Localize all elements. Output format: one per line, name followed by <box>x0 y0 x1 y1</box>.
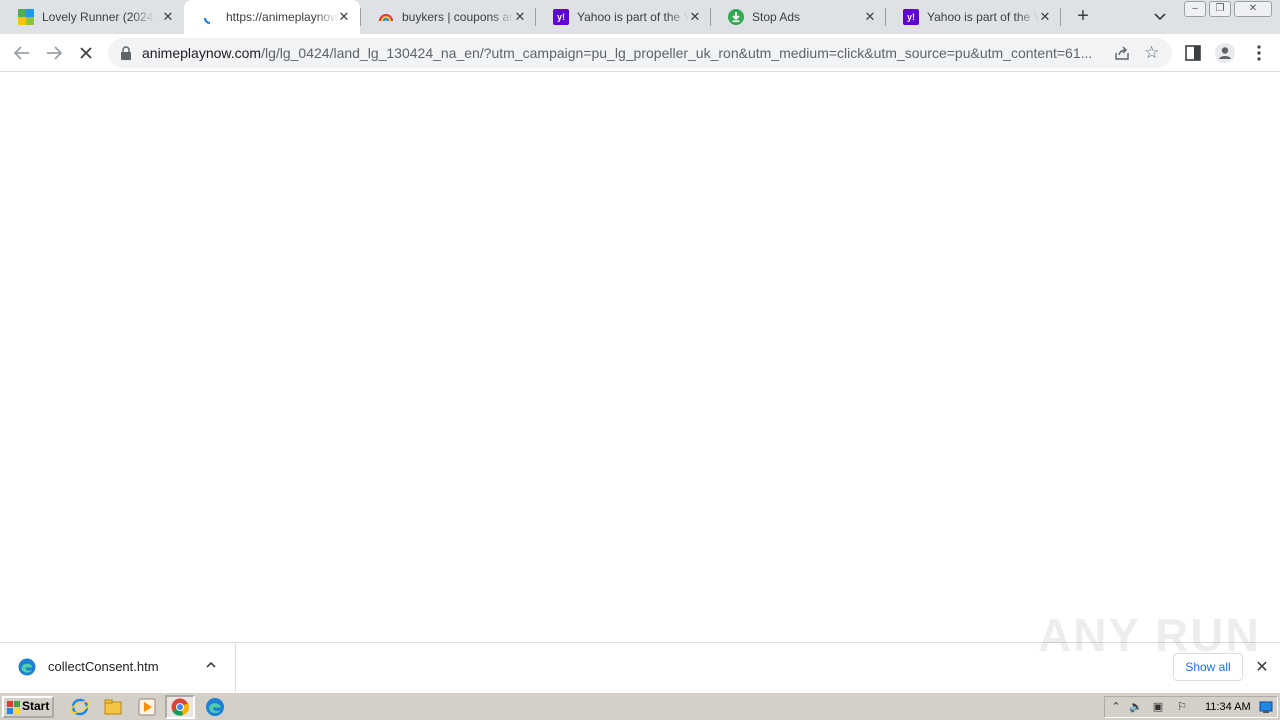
tab-yahoo-1[interactable]: y! Yahoo is part of the Yahoo ✕ <box>535 0 711 34</box>
internet-explorer-icon[interactable] <box>70 697 90 717</box>
tab-separator <box>885 8 886 26</box>
close-icon[interactable]: ✕ <box>1037 9 1053 25</box>
media-player-icon[interactable] <box>137 697 157 717</box>
tab-buykers[interactable]: buykers | coupons and more ✕ <box>360 0 536 34</box>
url-path: /lg/lg_0424/land_lg_130424_na_en/?utm_ca… <box>261 45 1093 61</box>
close-icon[interactable]: ✕ <box>687 9 703 25</box>
share-icon[interactable] <box>1114 45 1130 61</box>
loading-spinner-icon <box>202 9 218 25</box>
start-button[interactable]: Start <box>2 696 54 718</box>
tab-strip: Lovely Runner (2024) Episode ✕ https://a… <box>0 0 1280 34</box>
browser-toolbar: animeplaynow.com/lg/lg_0424/land_lg_1304… <box>0 34 1280 72</box>
close-window-button[interactable]: ✕ <box>1234 1 1272 17</box>
arrow-left-icon <box>13 46 29 60</box>
close-icon[interactable]: ✕ <box>160 9 176 25</box>
minimize-button[interactable]: – <box>1184 1 1206 17</box>
system-tray: ⌃ 🔈 ▣ ⚐ 11:34 AM <box>1104 696 1278 718</box>
tab-search-button[interactable] <box>1150 8 1170 26</box>
tab-title: Yahoo is part of the Yahoo <box>927 10 1039 24</box>
arrow-right-icon <box>47 46 63 60</box>
network-icon[interactable]: ▣ <box>1151 700 1165 714</box>
tab-title: buykers | coupons and more <box>402 10 514 24</box>
tab-separator <box>360 8 361 26</box>
close-icon <box>80 47 92 59</box>
action-center-flag-icon[interactable]: ⚐ <box>1175 700 1189 714</box>
restore-button[interactable]: ❐ <box>1209 1 1231 17</box>
url-host: animeplaynow.com <box>142 45 262 61</box>
taskbar-clock[interactable]: 11:34 AM <box>1205 701 1251 713</box>
chevron-up-icon[interactable] <box>204 658 218 672</box>
close-icon[interactable]: ✕ <box>336 9 352 25</box>
lock-icon[interactable] <box>120 46 132 60</box>
address-bar[interactable]: animeplaynow.com/lg/lg_0424/land_lg_1304… <box>108 38 1172 68</box>
url-text[interactable]: animeplaynow.com/lg/lg_0424/land_lg_1304… <box>142 45 1108 61</box>
show-desktop-icon[interactable] <box>1259 700 1273 714</box>
close-icon[interactable]: ✕ <box>512 9 528 25</box>
green-download-icon <box>728 9 744 25</box>
tab-title: Stop Ads <box>752 10 801 24</box>
edge-icon[interactable] <box>205 697 225 717</box>
download-item[interactable]: collectConsent.htm <box>0 643 236 692</box>
anyrun-watermark: ANY RUN <box>1038 609 1261 661</box>
tab-title: Yahoo is part of the Yahoo <box>577 10 689 24</box>
tab-stop-ads[interactable]: Stop Ads ✕ <box>710 0 886 34</box>
file-explorer-icon[interactable] <box>103 697 123 717</box>
rainbow-icon <box>378 9 394 25</box>
forward-button[interactable] <box>42 41 66 65</box>
side-panel-icon[interactable] <box>1182 42 1204 64</box>
chevron-down-icon <box>1154 13 1166 21</box>
windows-taskbar: Start ⌃ 🔈 ▣ ⚐ 11:34 AM <box>0 692 1280 720</box>
new-tab-button[interactable]: + <box>1072 5 1094 29</box>
volume-icon[interactable]: 🔈 <box>1129 700 1143 714</box>
close-icon[interactable]: ✕ <box>862 9 878 25</box>
download-file-name: collectConsent.htm <box>48 659 159 674</box>
show-hidden-icons-icon[interactable]: ⌃ <box>1109 700 1123 714</box>
tab-yahoo-2[interactable]: y! Yahoo is part of the Yahoo ✕ <box>885 0 1061 34</box>
page-content <box>0 72 1280 642</box>
stop-loading-button[interactable] <box>74 41 98 65</box>
tab-animeplaynow[interactable]: https://animeplaynow.com ✕ <box>184 0 360 34</box>
more-menu-icon[interactable] <box>1248 42 1270 64</box>
yahoo-icon: y! <box>903 9 919 25</box>
tab-lovely-runner[interactable]: Lovely Runner (2024) Episode ✕ <box>0 0 184 34</box>
tab-separator <box>1060 8 1061 26</box>
chrome-taskbar-button[interactable] <box>165 695 195 719</box>
yahoo-icon: y! <box>553 9 569 25</box>
tab-separator <box>535 8 536 26</box>
back-button[interactable] <box>10 41 34 65</box>
start-label: Start <box>22 699 50 713</box>
tab-separator <box>710 8 711 26</box>
profile-avatar-icon[interactable] <box>1214 42 1236 64</box>
edge-file-icon <box>18 658 36 676</box>
mixed-color-icon <box>18 9 34 25</box>
windows-flag-icon <box>7 701 20 714</box>
tab-title: Lovely Runner (2024) Episode <box>42 10 154 24</box>
tab-title: https://animeplaynow.com <box>226 10 338 24</box>
bookmark-star-icon[interactable]: ☆ <box>1144 43 1159 63</box>
chrome-icon <box>171 698 190 716</box>
